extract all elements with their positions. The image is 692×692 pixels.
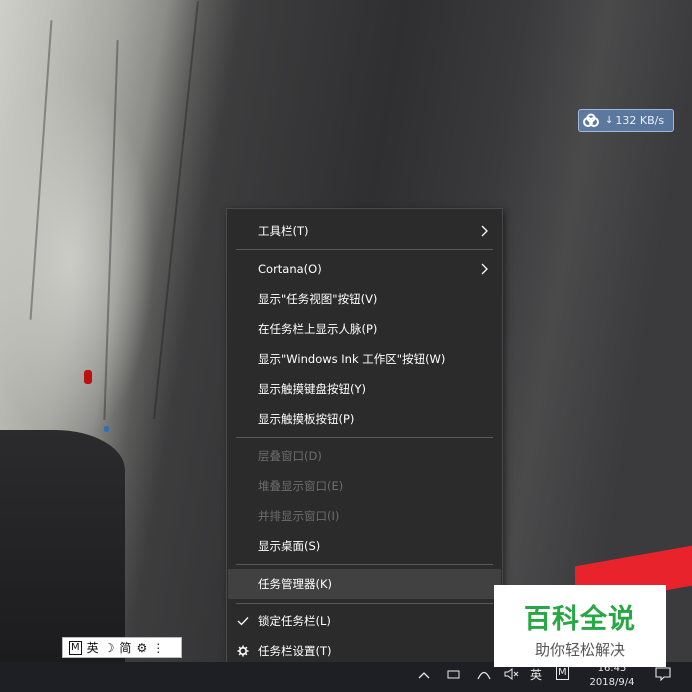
menu-item-label: 并排显示窗口(I): [258, 509, 340, 523]
climber-figure: [104, 426, 109, 432]
menu-item-show-touch-keyboard[interactable]: 显示触摸键盘按钮(Y): [228, 375, 501, 403]
menu-item-task-manager[interactable]: 任务管理器(K): [228, 569, 501, 599]
chevron-up-icon[interactable]: [418, 670, 430, 680]
menu-item-show-people[interactable]: 在任务栏上显示人脉(P): [228, 315, 501, 343]
speaker-muted-icon[interactable]: [504, 668, 520, 680]
menu-item-label: 显示桌面(S): [258, 539, 321, 553]
ime-language-toggle[interactable]: 英: [87, 639, 99, 656]
menu-separator: [236, 603, 493, 604]
menu-item-toolbars[interactable]: 工具栏(T): [228, 217, 501, 245]
moon-icon[interactable]: ☽: [104, 641, 115, 655]
menu-item-label: 显示触摸板按钮(P): [258, 412, 355, 426]
menu-item-show-desktop[interactable]: 显示桌面(S): [228, 532, 501, 560]
battery-icon[interactable]: [447, 668, 461, 680]
menu-item-label: Cortana(O): [258, 262, 322, 276]
menu-item-stack-windows: 堆叠显示窗口(E): [228, 472, 501, 500]
menu-separator: [236, 564, 493, 565]
menu-item-label: 堆叠显示窗口(E): [258, 479, 344, 493]
clock-date: 2018/9/4: [589, 677, 635, 688]
menu-item-label: 锁定任务栏(L): [258, 614, 331, 628]
chevron-right-icon: [481, 263, 488, 275]
menu-item-label: 任务管理器(K): [258, 577, 333, 591]
menu-separator: [236, 249, 493, 250]
watermark-subtitle: 助你轻松解决: [534, 641, 625, 659]
menu-item-taskbar-settings[interactable]: 任务栏设置(T): [228, 637, 501, 665]
network-speed-widget[interactable]: ↓ 132 KB/s: [578, 109, 674, 132]
notification-icon[interactable]: [655, 667, 671, 681]
wifi-icon[interactable]: [477, 668, 491, 680]
menu-item-cortana[interactable]: Cortana(O): [228, 255, 501, 283]
rock-formation: [0, 430, 125, 662]
menu-item-show-task-view-button[interactable]: 显示"任务视图"按钮(V): [228, 285, 501, 313]
ime-toolbar[interactable]: M 英 ☽ 简 ⚙ ⋮: [62, 637, 182, 658]
watermark-box: 百科全说 助你轻松解决: [494, 585, 666, 667]
menu-item-label: 工具栏(T): [258, 224, 309, 238]
chevron-right-icon: [481, 225, 488, 237]
cloud-icon: [582, 112, 600, 130]
tray-language-indicator[interactable]: 英: [530, 666, 542, 683]
tray-ime-icon[interactable]: M: [556, 666, 569, 680]
menu-item-show-touchpad[interactable]: 显示触摸板按钮(P): [228, 405, 501, 433]
menu-item-label: 层叠窗口(D): [258, 449, 322, 463]
menu-item-side-by-side-windows: 并排显示窗口(I): [228, 502, 501, 530]
taskbar-context-menu: 工具栏(T) Cortana(O) 显示"任务视图"按钮(V) 在任务栏上显示人…: [226, 208, 503, 670]
climber-figure: [84, 370, 92, 384]
download-speed-value: 132 KB/s: [615, 114, 665, 127]
download-arrow-icon: ↓: [605, 115, 614, 126]
menu-separator: [236, 437, 493, 438]
rock-texture: [153, 1, 199, 419]
menu-item-label: 任务栏设置(T): [258, 644, 332, 658]
menu-item-lock-taskbar[interactable]: 锁定任务栏(L): [228, 607, 501, 635]
menu-item-label: 在任务栏上显示人脉(P): [258, 322, 378, 336]
menu-item-label: 显示"Windows Ink 工作区"按钮(W): [258, 352, 446, 366]
menu-item-cascade-windows: 层叠窗口(D): [228, 442, 501, 470]
gear-icon: [237, 645, 249, 657]
ime-logo-icon[interactable]: M: [69, 640, 82, 655]
checkmark-icon: [237, 617, 249, 626]
rock-texture: [103, 40, 119, 420]
gear-icon[interactable]: ⚙: [136, 641, 147, 655]
more-options-icon[interactable]: ⋮: [152, 641, 164, 655]
menu-item-label: 显示触摸键盘按钮(Y): [258, 382, 366, 396]
rock-texture: [29, 20, 53, 320]
menu-item-show-windows-ink[interactable]: 显示"Windows Ink 工作区"按钮(W): [228, 345, 501, 373]
ime-simplified-toggle[interactable]: 简: [119, 639, 131, 656]
menu-item-label: 显示"任务视图"按钮(V): [258, 292, 378, 306]
watermark-title: 百科全说: [524, 604, 636, 635]
